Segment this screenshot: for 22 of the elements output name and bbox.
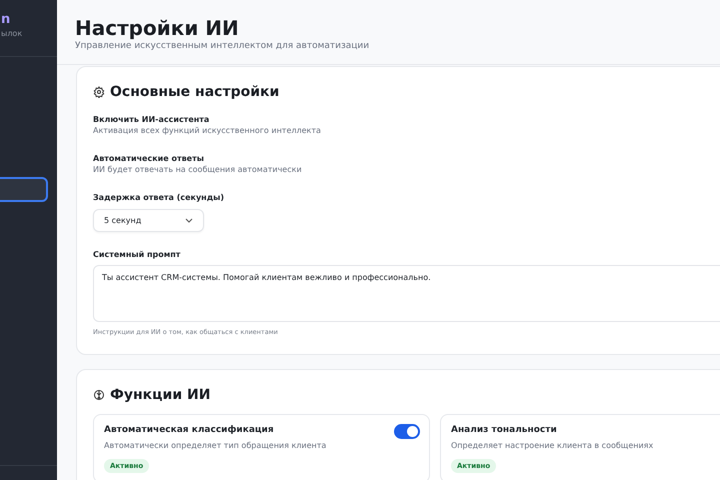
page-subtitle: Управление искусственным интеллектом для автоматизации xyxy=(75,40,370,52)
sidebar-item[interactable] xyxy=(0,177,48,202)
feature-description: Определяет настроение клиента в сообщениях xyxy=(451,440,654,451)
setting-label: Включить ИИ-ассистента xyxy=(93,114,210,125)
feature-description: Автоматически определяет тип обращения клиента xyxy=(104,440,328,451)
feature-title: Автоматическая классификация xyxy=(104,424,275,436)
setting-description: Активация всех функций искусственного интеллекта xyxy=(93,125,322,136)
setting-label: Автоматические ответы xyxy=(93,153,205,164)
setting-label: Задержка ответа (секунды) xyxy=(93,192,226,203)
textarea-field[interactable]: Ты ассистент CRM-системы. Помогай клиентам вежливо и профессионально. xyxy=(93,265,720,322)
chevron-down-icon xyxy=(185,218,193,223)
select-field[interactable]: 5 секунд xyxy=(93,209,204,232)
feature-title: Анализ тональности xyxy=(451,424,558,436)
setting-label: Системный промпт xyxy=(93,249,182,260)
brand-subtitle: ылок xyxy=(0,28,24,40)
settings-icon xyxy=(93,86,105,98)
card-title: Основные настройки xyxy=(110,83,280,101)
page-title: Настройки ИИ xyxy=(75,16,240,40)
card-title: Функции ИИ xyxy=(110,386,210,404)
brand-name: n xyxy=(0,12,12,28)
setting-description: ИИ будет отвечать на сообщения автоматически xyxy=(93,164,303,175)
toggle-switch[interactable] xyxy=(394,424,420,439)
